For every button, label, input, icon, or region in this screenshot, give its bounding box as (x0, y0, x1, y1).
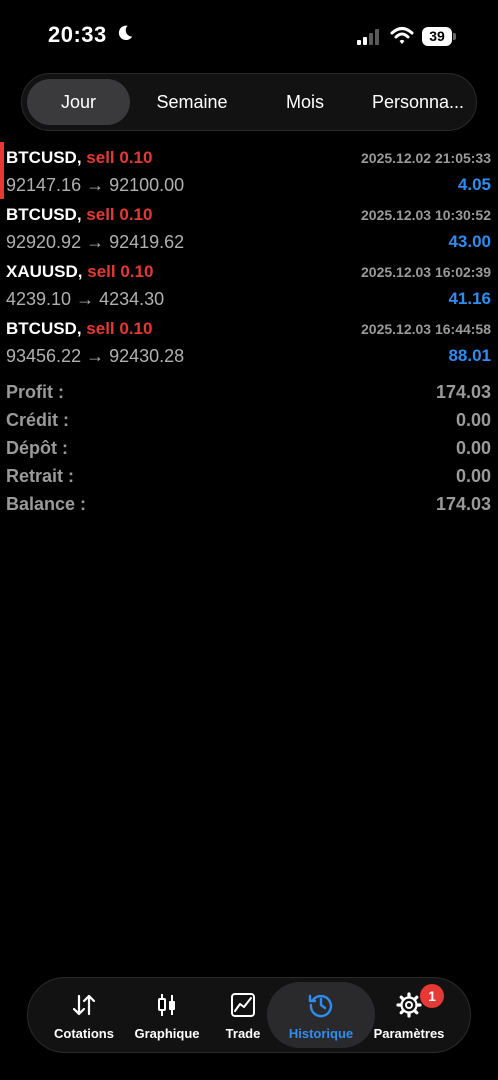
trade-side: sell 0.10 (86, 319, 153, 338)
trade-side: sell 0.10 (86, 205, 153, 224)
trade-history-list: BTCUSD, sell 0.10 2025.12.02 21:05:33 92… (0, 142, 498, 370)
trade-prices: 93456.22 → 92430.28 (6, 346, 185, 366)
trade-side: sell 0.10 (86, 148, 153, 167)
trade-profit: 4.05 (457, 175, 491, 194)
tab-parametres[interactable]: Paramètres 1 (368, 978, 450, 1054)
summary-label: Crédit : (6, 410, 69, 430)
tab-label: Historique (288, 1026, 354, 1041)
gear-icon (396, 992, 422, 1018)
trade-symbol: XAUUSD, sell 0.10 (6, 262, 154, 281)
status-time: 20:33 (48, 22, 107, 47)
trade-symbol: BTCUSD, sell 0.10 (6, 205, 153, 224)
trade-datetime: 2025.12.03 10:30:52 (361, 207, 491, 223)
battery-nub (453, 33, 456, 40)
battery-level: 39 (422, 27, 452, 46)
summary-label: Retrait : (6, 466, 75, 486)
trade-datetime: 2025.12.03 16:02:39 (361, 264, 491, 280)
summary-row-profit: Profit : 174.03 (0, 378, 498, 406)
selected-row-indicator (0, 142, 4, 199)
summary-row-balance: Balance : 174.03 (0, 490, 498, 518)
summary-value: 0.00 (455, 410, 491, 430)
trade-row[interactable]: BTCUSD, sell 0.10 2025.12.03 10:30:52 92… (0, 199, 498, 256)
wifi-icon (390, 27, 414, 44)
period-segmented-control: Jour Semaine Mois Personna... (21, 73, 477, 131)
history-clock-icon (308, 994, 333, 1018)
tab-historique[interactable]: Historique (267, 978, 375, 1054)
tab-graphique[interactable]: Graphique (128, 978, 206, 1054)
tab-label: Graphique (134, 1026, 200, 1041)
trade-profit: 43.00 (448, 232, 491, 251)
summary-row-withdrawal: Retrait : 0.00 (0, 462, 498, 490)
summary-label: Balance : (6, 494, 87, 514)
trade-symbol: BTCUSD, sell 0.10 (6, 148, 153, 167)
account-summary: Profit : 174.03 Crédit : 0.00 Dépôt : 0.… (0, 378, 498, 518)
line-chart-icon (231, 993, 255, 1017)
trade-prices: 92920.92 → 92419.62 (6, 232, 185, 252)
tab-cotations[interactable]: Cotations (38, 978, 130, 1054)
summary-row-credit: Crédit : 0.00 (0, 406, 498, 434)
tab-label: Paramètres (373, 1026, 445, 1041)
candlestick-chart-icon (158, 994, 175, 1016)
summary-value: 174.03 (435, 494, 491, 514)
tab-mois[interactable]: Mois (258, 79, 352, 125)
summary-row-deposit: Dépôt : 0.00 (0, 434, 498, 462)
trade-prices: 92147.16 → 92100.00 (6, 175, 185, 195)
bottom-tab-bar: Cotations Graphique Trade Historique Par… (27, 977, 471, 1053)
trade-prices: 4239.10 → 4234.30 (6, 289, 165, 309)
trade-datetime: 2025.12.03 16:44:58 (361, 321, 491, 337)
trade-row[interactable]: XAUUSD, sell 0.10 2025.12.03 16:02:39 42… (0, 256, 498, 313)
summary-value: 0.00 (455, 466, 491, 486)
trade-row[interactable]: BTCUSD, sell 0.10 2025.12.02 21:05:33 92… (0, 142, 498, 199)
tab-semaine[interactable]: Semaine (140, 79, 244, 125)
trade-profit: 41.16 (448, 289, 491, 308)
sort-arrows-icon (72, 994, 96, 1016)
cellular-signal-icon (357, 29, 379, 45)
summary-value: 174.03 (435, 382, 491, 402)
trade-side: sell 0.10 (87, 262, 154, 281)
tab-personnalise[interactable]: Personna... (360, 79, 476, 125)
trade-profit: 88.01 (448, 346, 491, 365)
status-bar: 20:33 39 (0, 0, 498, 72)
tab-jour[interactable]: Jour (27, 79, 130, 125)
summary-label: Profit : (6, 382, 64, 402)
trade-row[interactable]: BTCUSD, sell 0.10 2025.12.03 16:44:58 93… (0, 313, 498, 370)
summary-label: Dépôt : (6, 438, 68, 458)
trade-symbol: BTCUSD, sell 0.10 (6, 319, 153, 338)
notification-badge: 1 (420, 984, 444, 1008)
battery-indicator: 39 (422, 27, 458, 46)
moon-icon (118, 25, 133, 41)
summary-value: 0.00 (455, 438, 491, 458)
tab-label: Cotations (54, 1026, 114, 1041)
trade-datetime: 2025.12.02 21:05:33 (361, 150, 491, 166)
